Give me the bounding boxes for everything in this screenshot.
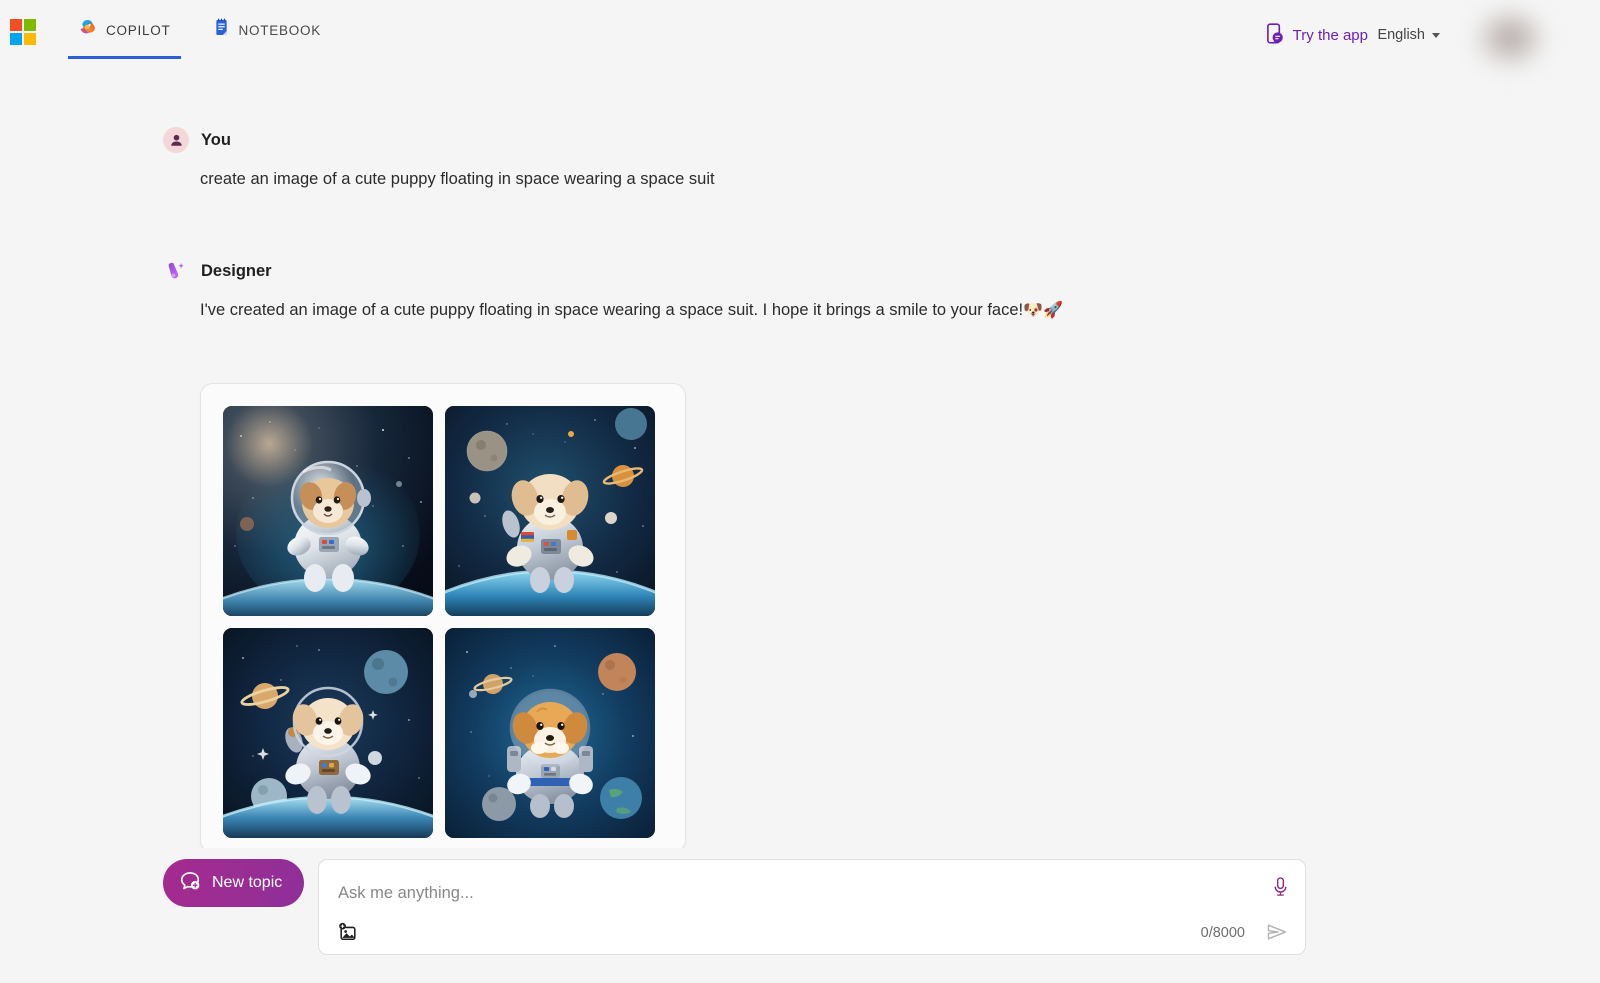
person-icon xyxy=(163,127,189,153)
chevron-down-icon xyxy=(1432,32,1440,38)
user-avatar[interactable] xyxy=(1473,8,1545,70)
message-author-you: You xyxy=(201,130,231,149)
message-header-you: You xyxy=(163,127,231,153)
character-counter: 0/8000 xyxy=(1200,925,1245,941)
message-emoji-designer: 🐶🚀 xyxy=(1023,302,1063,319)
mobile-app-icon xyxy=(1266,23,1285,48)
tab-notebook[interactable]: NOTEBOOK xyxy=(203,0,332,59)
message-text-you: create an image of a cute puppy floating… xyxy=(200,170,715,188)
logo-square-green xyxy=(24,19,36,31)
generated-image-3[interactable] xyxy=(223,628,433,838)
copilot-icon xyxy=(78,18,97,42)
language-label: English xyxy=(1377,27,1425,43)
add-image-icon[interactable] xyxy=(338,922,358,942)
tab-copilot[interactable]: COPILOT xyxy=(68,0,181,59)
logo-square-yellow xyxy=(24,33,36,45)
chat-plus-icon xyxy=(179,870,201,897)
generated-image-4[interactable] xyxy=(445,628,655,838)
language-selector[interactable]: English xyxy=(1377,27,1440,43)
main-tabs: COPILOT NOTEBOOK xyxy=(68,0,353,59)
new-topic-button[interactable]: New topic xyxy=(163,859,305,907)
tab-notebook-label: NOTEBOOK xyxy=(238,22,322,38)
try-the-app-button[interactable]: Try the app xyxy=(1266,23,1368,48)
logo-square-red xyxy=(10,19,22,31)
designer-paintbrush-icon xyxy=(163,258,189,284)
send-icon[interactable] xyxy=(1265,920,1289,944)
generated-image-1[interactable] xyxy=(223,406,433,616)
message-text-designer-wrap: I've created an image of a cute puppy fl… xyxy=(200,299,1063,323)
try-the-app-label: Try the app xyxy=(1292,27,1368,44)
message-header-designer: Designer xyxy=(163,258,272,284)
notebook-icon xyxy=(213,18,230,42)
logo-square-blue xyxy=(10,33,22,45)
composer-bar: New topic Ask me anything... 0/8000 xyxy=(0,848,1600,983)
microsoft-logo[interactable] xyxy=(10,19,36,45)
chat-input-container[interactable]: Ask me anything... 0/8000 xyxy=(318,859,1306,955)
tab-copilot-label: COPILOT xyxy=(106,22,171,38)
new-topic-label: New topic xyxy=(212,874,283,891)
chat-input[interactable]: Ask me anything... xyxy=(338,884,474,903)
generated-image-2[interactable] xyxy=(445,406,655,616)
app-header: COPILOT NOTEBOOK Try the app English xyxy=(0,0,1600,70)
message-author-designer: Designer xyxy=(201,261,272,280)
microphone-icon[interactable] xyxy=(1271,876,1290,897)
generated-images-grid xyxy=(223,406,663,838)
message-text-designer: I've created an image of a cute puppy fl… xyxy=(200,301,1024,319)
generated-images-card xyxy=(200,383,686,853)
